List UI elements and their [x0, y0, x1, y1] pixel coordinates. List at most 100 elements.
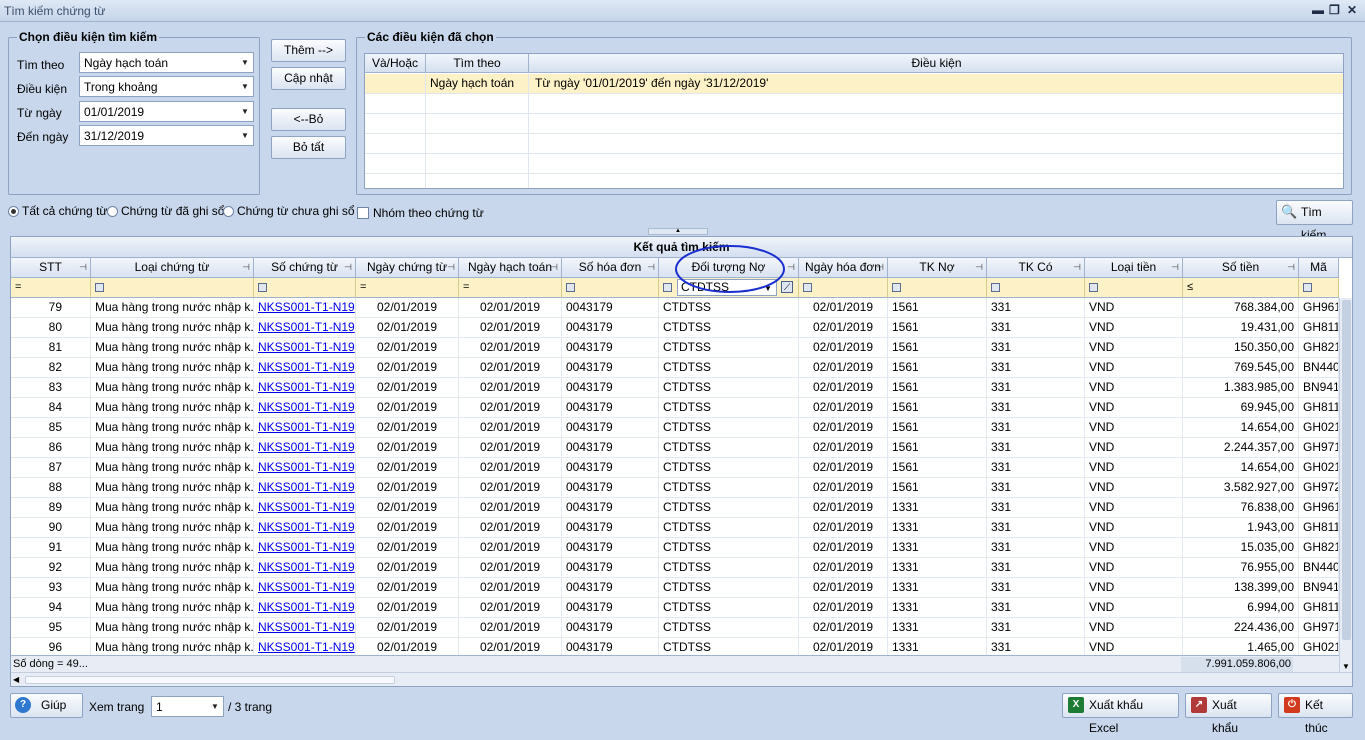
cell-voucher-no[interactable]: NKSS001-T1-N19 — [254, 618, 356, 638]
table-row[interactable]: 89 Mua hàng trong nước nhập k... NKSS001-T… — [11, 498, 1339, 518]
scroll-thumb[interactable] — [1342, 300, 1351, 640]
table-row[interactable]: 91 Mua hàng trong nước nhập k... NKSS001-T… — [11, 538, 1339, 558]
cell-voucher-no[interactable]: NKSS001-T1-N19 — [254, 318, 356, 338]
group-by-voucher-checkbox[interactable]: Nhóm theo chứng từ — [357, 206, 484, 220]
filter-cell-amount[interactable]: ≤ — [1183, 278, 1299, 298]
table-row[interactable]: 83 Mua hàng trong nước nhập k... NKSS001-T… — [11, 378, 1339, 398]
chevron-down-icon[interactable]: ▼ — [237, 77, 253, 96]
table-row[interactable]: 88 Mua hàng trong nước nhập k... NKSS001-T… — [11, 478, 1339, 498]
pin-icon[interactable]: ⊣ — [344, 258, 352, 277]
help-button[interactable]: ? Giúp — [10, 693, 83, 718]
radio-icon[interactable] — [223, 206, 234, 217]
filter-operator-icon[interactable] — [991, 283, 1000, 292]
cell-voucher-no[interactable]: NKSS001-T1-N19 — [254, 598, 356, 618]
radio-posted-vouchers[interactable]: Chứng từ đã ghi sổ — [107, 204, 224, 218]
filter-operator-icon[interactable] — [803, 283, 812, 292]
filter-cell-invoice-no[interactable] — [562, 278, 659, 298]
cell-voucher-no[interactable]: NKSS001-T1-N19 — [254, 298, 356, 318]
table-row[interactable]: 92 Mua hàng trong nước nhập k... NKSS001-T… — [11, 558, 1339, 578]
scroll-down-icon[interactable]: ▼ — [1342, 662, 1350, 671]
add-condition-button[interactable]: Thêm --> — [271, 39, 346, 62]
filter-operator-icon[interactable] — [258, 283, 267, 292]
pin-icon[interactable]: ⊣ — [550, 258, 558, 277]
header-voucher-type[interactable]: Loại chứng từ ⊣ — [91, 258, 254, 278]
filter-cell-debit-account[interactable] — [888, 278, 987, 298]
search-by-combo[interactable]: Ngày hạch toán ▼ — [79, 52, 254, 73]
filter-cell-stt[interactable]: = — [11, 278, 91, 298]
header-amount[interactable]: Số tiền ⊣ — [1183, 258, 1299, 278]
pin-icon[interactable]: ⊣ — [242, 258, 250, 277]
filter-operator[interactable]: = — [463, 278, 469, 297]
table-row[interactable]: 84 Mua hàng trong nước nhập k... NKSS001-T… — [11, 398, 1339, 418]
filter-cell-voucher-type[interactable] — [91, 278, 254, 298]
cell-voucher-no[interactable]: NKSS001-T1-N19 — [254, 458, 356, 478]
close-button[interactable]: ⏻ Kết thúc — [1278, 693, 1353, 735]
table-row[interactable]: 80 Mua hàng trong nước nhập k... NKSS001-T… — [11, 318, 1339, 338]
table-row[interactable]: 82 Mua hàng trong nước nhập k... NKSS001-T… — [11, 358, 1339, 378]
search-button[interactable]: 🔍 Tìm kiếm — [1276, 200, 1353, 242]
filter-operator-icon[interactable] — [95, 283, 104, 292]
table-row[interactable]: 87 Mua hàng trong nước nhập k... NKSS001-T… — [11, 458, 1339, 478]
chevron-down-icon[interactable]: ▼ — [237, 53, 253, 72]
pin-window-icon[interactable]: ▬ — [1312, 3, 1324, 17]
filter-cell-voucher-date[interactable]: = — [356, 278, 459, 298]
close-window-icon[interactable]: ✕ — [1347, 3, 1357, 17]
cell-voucher-no[interactable]: NKSS001-T1-N19 — [254, 438, 356, 458]
splitter-collapse-icon[interactable]: ▲ — [648, 228, 708, 235]
export-button[interactable]: ↗ Xuất khẩu — [1185, 693, 1272, 735]
header-currency[interactable]: Loại tiền ⊣ — [1085, 258, 1183, 278]
cell-voucher-no[interactable]: NKSS001-T1-N19 — [254, 378, 356, 398]
filter-cell-posting-date[interactable]: = — [459, 278, 562, 298]
cell-voucher-no[interactable]: NKSS001-T1-N19 — [254, 478, 356, 498]
chevron-down-icon[interactable]: ▼ — [237, 102, 253, 121]
filter-operator[interactable]: = — [15, 278, 21, 297]
header-stt[interactable]: STT ⊣ — [11, 258, 91, 278]
filter-operator[interactable]: = — [360, 278, 366, 297]
page-select[interactable]: 1 ▼ — [151, 696, 224, 717]
filter-cell-voucher-no[interactable] — [254, 278, 356, 298]
remove-all-button[interactable]: Bỏ tất — [271, 136, 346, 159]
header-condition[interactable]: Điều kiện — [529, 54, 1343, 73]
pin-icon[interactable]: ⊣ — [1171, 258, 1179, 277]
table-row[interactable]: 90 Mua hàng trong nước nhập k... NKSS001-T… — [11, 518, 1339, 538]
cell-voucher-no[interactable]: NKSS001-T1-N19 — [254, 338, 356, 358]
pin-icon[interactable]: ⊣ — [876, 258, 884, 277]
pin-icon[interactable]: ⊣ — [975, 258, 983, 277]
restore-window-icon[interactable]: ❐ — [1329, 3, 1340, 17]
header-invoice-date[interactable]: Ngày hóa đơn ⊣ — [799, 258, 888, 278]
chevron-down-icon[interactable]: ▼ — [237, 126, 253, 145]
filter-cell-code[interactable] — [1299, 278, 1339, 298]
radio-icon[interactable] — [107, 206, 118, 217]
header-voucher-no[interactable]: Số chứng từ ⊣ — [254, 258, 356, 278]
cell-voucher-no[interactable]: NKSS001-T1-N19 — [254, 398, 356, 418]
pin-icon[interactable]: ⊣ — [1073, 258, 1081, 277]
filter-operator[interactable]: ≤ — [1187, 278, 1193, 297]
cell-voucher-no[interactable]: NKSS001-T1-N19 — [254, 578, 356, 598]
vertical-scrollbar[interactable]: ▼ — [1339, 298, 1352, 673]
filter-operator-icon[interactable] — [1303, 283, 1312, 292]
cell-voucher-no[interactable]: NKSS001-T1-N19 — [254, 538, 356, 558]
table-row[interactable]: 85 Mua hàng trong nước nhập k... NKSS001-T… — [11, 418, 1339, 438]
table-row[interactable]: 94 Mua hàng trong nước nhập k... NKSS001-T… — [11, 598, 1339, 618]
radio-selected-icon[interactable] — [8, 206, 19, 217]
checkbox-icon[interactable] — [357, 207, 369, 219]
header-voucher-date[interactable]: Ngày chứng từ ⊣ — [356, 258, 459, 278]
cell-voucher-no[interactable]: NKSS001-T1-N19 — [254, 558, 356, 578]
to-date-picker[interactable]: 31/12/2019 ▼ — [79, 125, 254, 146]
table-row[interactable]: 86 Mua hàng trong nước nhập k... NKSS001-T… — [11, 438, 1339, 458]
remove-condition-button[interactable]: <--Bỏ — [271, 108, 346, 131]
pin-icon[interactable]: ⊣ — [647, 258, 655, 277]
radio-unposted-vouchers[interactable]: Chứng từ chưa ghi sổ — [223, 204, 355, 218]
filter-cell-currency[interactable] — [1085, 278, 1183, 298]
pin-icon[interactable]: ⊣ — [447, 258, 455, 277]
chevron-down-icon[interactable]: ▼ — [207, 697, 223, 716]
condition-combo[interactable]: Trong khoảng ▼ — [79, 76, 254, 97]
filter-operator-icon[interactable] — [1089, 283, 1098, 292]
export-excel-button[interactable]: X Xuất khẩu Excel — [1062, 693, 1179, 735]
radio-all-vouchers[interactable]: Tất cả chứng từ — [8, 204, 107, 218]
horizontal-scrollbar[interactable]: ◀ — [11, 672, 1352, 686]
cell-voucher-no[interactable]: NKSS001-T1-N19 — [254, 498, 356, 518]
filter-operator-icon[interactable] — [892, 283, 901, 292]
header-credit-account[interactable]: TK Có ⊣ — [987, 258, 1085, 278]
header-invoice-no[interactable]: Số hóa đơn ⊣ — [562, 258, 659, 278]
